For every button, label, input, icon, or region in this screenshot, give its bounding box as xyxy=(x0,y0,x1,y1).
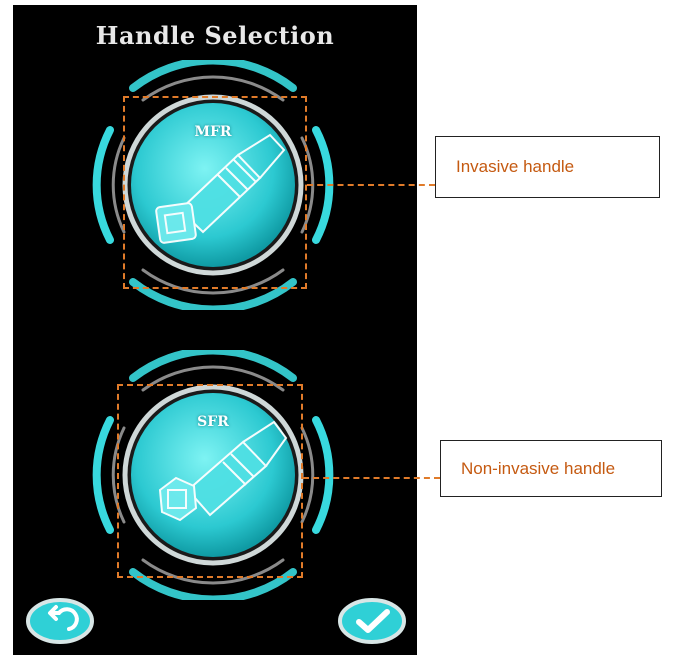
non-invasive-handle-text: Non-invasive handle xyxy=(461,458,616,478)
back-button[interactable] xyxy=(25,597,95,649)
checkmark-icon xyxy=(338,598,406,644)
sfr-leader-line xyxy=(303,477,440,479)
invasive-handle-callout: Invasive handle xyxy=(435,136,660,198)
mfr-leader-line xyxy=(307,184,435,186)
non-invasive-handle-callout: Non-invasive handle xyxy=(440,440,662,497)
sfr-selection-box xyxy=(117,384,303,578)
back-arrow-icon xyxy=(26,598,94,644)
confirm-button[interactable] xyxy=(337,597,407,649)
invasive-handle-text: Invasive handle xyxy=(456,157,575,176)
mfr-selection-box xyxy=(123,96,307,289)
page-title: Handle Selection xyxy=(95,21,335,50)
